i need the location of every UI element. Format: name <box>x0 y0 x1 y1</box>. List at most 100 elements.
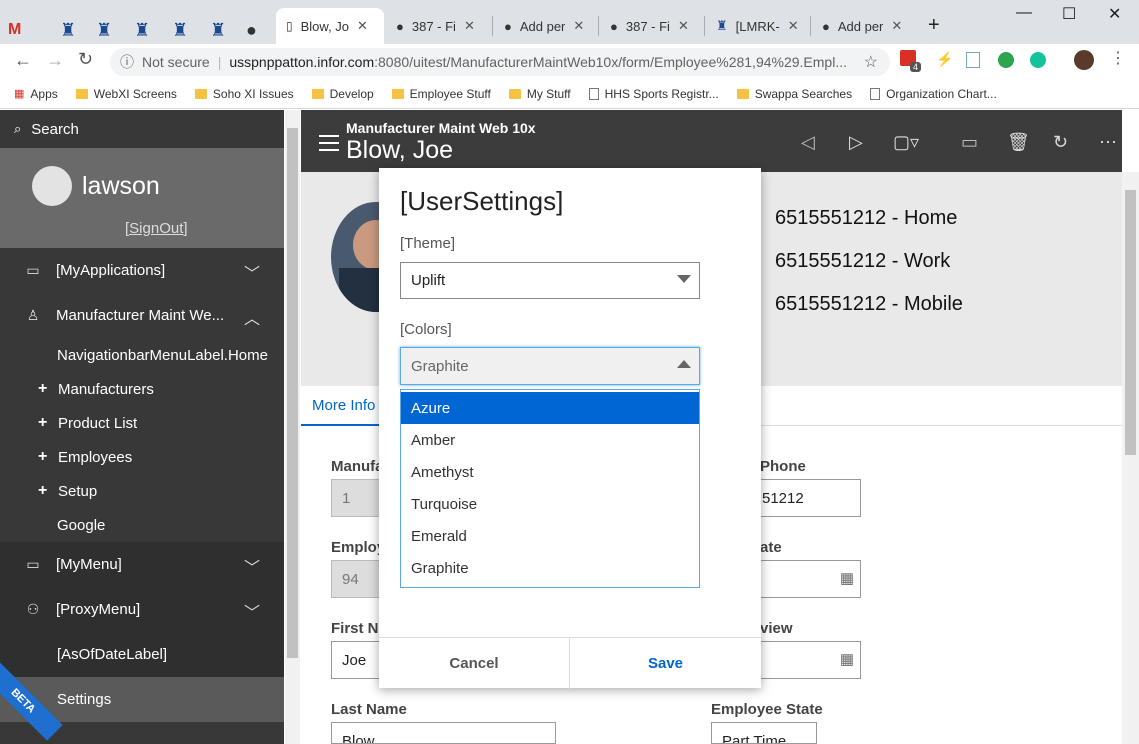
close-icon[interactable]: ✕ <box>788 18 799 34</box>
close-window-icon[interactable]: ✕ <box>1108 4 1121 24</box>
dialog-title: [UserSettings] <box>400 186 564 216</box>
omnibox[interactable]: ⓘ Not secure | usspnppatton.infor.com :8… <box>110 48 890 76</box>
sidebar-search[interactable]: ⌕ Search <box>0 110 284 148</box>
sidebar-sub-setup[interactable]: + Setup <box>0 474 284 508</box>
new-tab-button[interactable]: + <box>928 14 940 37</box>
star-icon[interactable]: ☆ <box>864 52 878 72</box>
tab-add-per-1[interactable]: ● Add per ✕ <box>494 8 598 44</box>
tab-infor-4[interactable]: ♜ <box>172 12 188 48</box>
option-graphite[interactable]: Graphite <box>401 552 699 584</box>
employee-state-select[interactable]: Part Time <box>711 722 817 744</box>
sidebar-sub-google[interactable]: Google <box>0 508 284 542</box>
sidebar-item-mymenu[interactable]: ▭ [MyMenu] ﹀ <box>0 542 284 587</box>
sidebar-sub-home[interactable]: NavigationbarMenuLabel.Home <box>0 338 284 372</box>
reload-icon[interactable]: ↻ <box>78 49 93 70</box>
bookmark-label: Soho XI Issues <box>212 86 294 101</box>
theme-select[interactable]: Uplift <box>400 262 700 299</box>
colors-select[interactable]: Graphite <box>400 347 700 385</box>
signout-link[interactable]: [SignOut] <box>125 220 188 237</box>
tab-add-per-2[interactable]: ● Add per ✕ <box>812 8 916 44</box>
sidebar-sub-product-list[interactable]: + Product List <box>0 406 284 440</box>
hamburger-icon[interactable] <box>319 135 339 151</box>
sidebar-sub-employees[interactable]: + Employees <box>0 440 284 474</box>
close-icon[interactable]: ✕ <box>891 18 902 34</box>
option-azure[interactable]: Azure <box>401 392 699 424</box>
record-title: Blow, Joe <box>346 136 454 164</box>
close-icon[interactable]: ✕ <box>357 18 368 34</box>
bookmark-label: Apps <box>30 86 58 101</box>
bookmark-soho[interactable]: Soho XI Issues <box>194 86 294 101</box>
refresh-icon[interactable]: ↻ <box>1053 132 1068 153</box>
bookmark-hhs[interactable]: HHS Sports Registr... <box>588 87 719 101</box>
bookmark-apps[interactable]: ▦ Apps <box>14 87 58 101</box>
minimize-icon[interactable]: — <box>1016 4 1032 22</box>
bookmark-webxi[interactable]: WebXI Screens <box>75 87 177 101</box>
cancel-button[interactable]: Cancel <box>379 638 570 689</box>
back-icon[interactable]: ← <box>14 50 32 71</box>
date-field[interactable]: ▦ <box>760 560 861 598</box>
new-record-icon[interactable]: ▢▿ <box>893 132 919 153</box>
close-icon[interactable]: ✕ <box>464 18 475 34</box>
tab-387-2[interactable]: ● 387 - Fi ✕ <box>600 8 704 44</box>
folder-icon: ▭ <box>26 556 40 572</box>
calendar-icon[interactable]: ▦ <box>840 650 854 668</box>
bookmark-employee-stuff[interactable]: Employee Stuff <box>391 87 491 101</box>
extension-icon-2[interactable] <box>966 52 980 68</box>
close-icon[interactable]: ✕ <box>573 18 584 34</box>
extension-icon-3[interactable] <box>998 52 1014 68</box>
option-turquoise[interactable]: Turquoise <box>401 488 699 520</box>
tab-infor-2[interactable]: ♜ <box>96 12 112 48</box>
option-amber[interactable]: Amber <box>401 424 699 456</box>
previous-icon[interactable]: ◁ <box>801 132 815 153</box>
tab-more-info[interactable]: More Info <box>301 386 387 426</box>
user-panel: lawson [SignOut] <box>0 148 284 248</box>
grammarly-icon[interactable] <box>1030 52 1046 68</box>
forward-icon[interactable]: → <box>46 50 64 71</box>
sidebar-item-asofdate[interactable]: [AsOfDateLabel] <box>0 632 284 677</box>
tab-gmail[interactable]: M <box>8 12 21 48</box>
folder-icon <box>311 88 324 99</box>
save-button[interactable]: Save <box>570 638 761 689</box>
bookmark-my-stuff[interactable]: My Stuff <box>508 87 571 101</box>
tab-infor-3[interactable]: ♜ <box>134 12 150 48</box>
sidebar-item-myapplications[interactable]: ▭ [MyApplications] ﹀ <box>0 248 284 293</box>
sidebar-item-label: [ProxyMenu] <box>56 601 141 618</box>
bookmark-swappa[interactable]: Swappa Searches <box>736 87 852 101</box>
review-date-field[interactable]: ▦ <box>760 641 861 679</box>
tab-github[interactable]: ● <box>246 12 257 48</box>
menu-icon[interactable]: ⋮ <box>1110 48 1126 68</box>
next-icon[interactable]: ▷ <box>849 132 863 153</box>
close-icon[interactable]: ✕ <box>678 18 689 34</box>
profile-avatar[interactable] <box>1074 50 1094 70</box>
tab-separator <box>598 16 599 36</box>
bookmark-org-chart[interactable]: Organization Chart... <box>870 87 997 101</box>
option-amethyst[interactable]: Amethyst <box>401 456 699 488</box>
user-icon: ♙ <box>26 307 40 323</box>
tab-infor-5[interactable]: ♜ <box>210 12 226 48</box>
sidebar-item-label: Manufacturer Maint We... <box>56 307 225 324</box>
sidebar-scrollbar-thumb[interactable] <box>287 128 298 658</box>
sidebar-sub-label: Setup <box>58 482 98 500</box>
tab-blow-joe[interactable]: ▯ Blow, Jo ✕ <box>276 8 384 44</box>
maximize-icon[interactable]: ☐ <box>1062 4 1076 24</box>
bookmarks-bar: ▦ Apps WebXI Screens Soho XI Issues Devel… <box>0 79 1139 109</box>
lightning-extension-icon[interactable]: ⚡ <box>936 51 953 68</box>
employee-state-value: Part Time <box>722 733 787 744</box>
tab-387-1[interactable]: ● 387 - Fi ✕ <box>386 8 492 44</box>
sidebar-item-manufacturer[interactable]: ♙ Manufacturer Maint We... ︿ <box>0 293 284 338</box>
phone-field[interactable]: 51212 <box>760 479 861 517</box>
last-name-field[interactable]: Blow <box>331 722 556 744</box>
page-scrollbar-thumb[interactable] <box>1125 190 1136 455</box>
more-icon[interactable]: ⋯ <box>1099 132 1117 153</box>
sidebar-item-proxymenu[interactable]: ⚇ [ProxyMenu] ﹀ <box>0 587 284 632</box>
tab-lmrk[interactable]: ♜ [LMRK- ✕ <box>706 8 810 44</box>
calendar-icon[interactable]: ▦ <box>840 569 854 587</box>
security-label: Not secure <box>142 54 210 70</box>
sidebar-sub-manufacturers[interactable]: + Manufacturers <box>0 372 284 406</box>
option-emerald[interactable]: Emerald <box>401 520 699 552</box>
plus-icon: + <box>38 380 48 397</box>
save-icon[interactable]: ▭ <box>961 132 978 153</box>
bookmark-develop[interactable]: Develop <box>311 87 374 101</box>
tab-infor-1[interactable]: ♜ <box>60 12 76 48</box>
delete-icon[interactable]: 🗑 <box>1007 132 1030 153</box>
